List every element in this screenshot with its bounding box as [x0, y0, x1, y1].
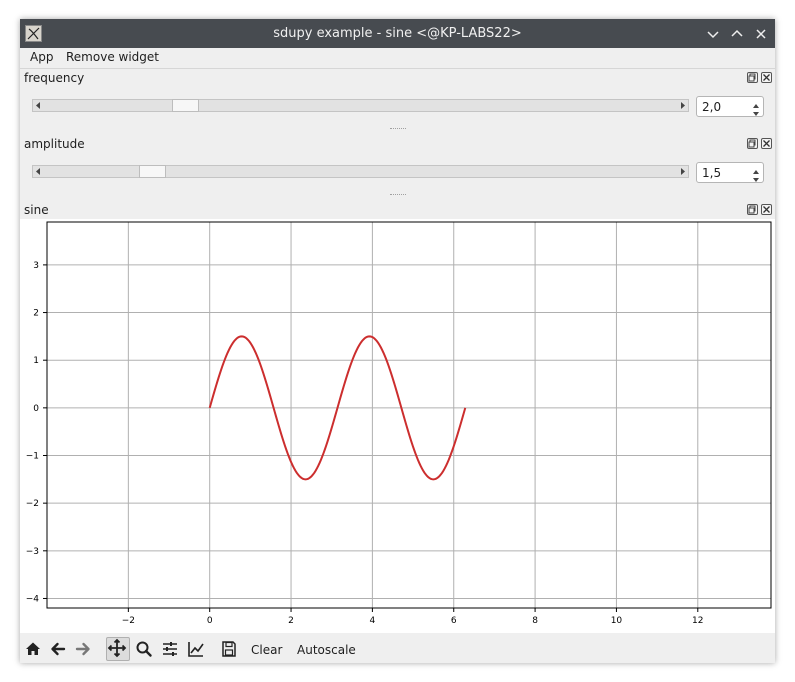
spin-down-icon[interactable]: [751, 173, 761, 182]
frequency-dock-buttons: [747, 72, 773, 83]
menu-remove-widget[interactable]: Remove widget: [66, 50, 159, 64]
axes-frame: [46, 221, 772, 609]
edit-axes-icon: [188, 642, 204, 657]
y-tick-label: −1: [26, 452, 39, 462]
x-tick-label: −2: [122, 616, 135, 626]
frequency-dock-title: frequency: [24, 71, 85, 85]
back-arrow-icon: [51, 642, 66, 656]
float-icon: [748, 205, 756, 214]
window-title: sdupy example - sine <@KP-LABS22>: [273, 26, 522, 41]
float-button[interactable]: [747, 204, 758, 215]
pan-button[interactable]: [106, 637, 130, 661]
forward-button[interactable]: [73, 639, 93, 659]
close-dock-button[interactable]: [761, 72, 772, 83]
spin-up-icon[interactable]: [751, 165, 761, 174]
menu-bar: App Remove widget: [20, 48, 775, 69]
y-tick-label: 0: [33, 404, 39, 414]
autoscale-button[interactable]: Autoscale: [297, 643, 356, 657]
amplitude-dock-buttons: [747, 138, 773, 149]
float-icon: [748, 73, 756, 82]
plot-canvas[interactable]: −2 0 2 4 6 8 10 12 −4 −3 −2 −1 0 1 2 3: [20, 219, 775, 633]
minimize-button[interactable]: [704, 25, 722, 43]
x-tick-label: 6: [451, 616, 457, 626]
float-button[interactable]: [747, 138, 758, 149]
menu-app[interactable]: App: [30, 50, 53, 64]
clear-button[interactable]: Clear: [251, 643, 282, 657]
amplitude-dock-title: amplitude: [24, 137, 85, 151]
float-button[interactable]: [747, 72, 758, 83]
frequency-slider[interactable]: [32, 99, 689, 112]
subplots-button[interactable]: [160, 639, 180, 659]
y-tick-label: 3: [33, 261, 39, 271]
plot-toolbar: Clear Autoscale: [20, 633, 775, 663]
y-tick-label: −4: [26, 594, 40, 604]
close-icon: [763, 74, 770, 81]
y-tick-label: −3: [26, 547, 39, 557]
save-icon: [222, 641, 236, 657]
amplitude-spinbox[interactable]: 1,5: [696, 162, 764, 183]
x-tick-label: 2: [288, 616, 294, 626]
slider-handle[interactable]: [138, 165, 166, 178]
sine-dock-buttons: [747, 204, 773, 215]
edit-axes-button[interactable]: [186, 639, 206, 659]
dock-splitter[interactable]: [390, 128, 406, 131]
back-button[interactable]: [48, 639, 68, 659]
app-window: sdupy example - sine <@KP-LABS22> App Re…: [20, 19, 775, 663]
zoom-button[interactable]: [134, 639, 154, 659]
x-tick-label: 12: [692, 616, 703, 626]
maximize-button[interactable]: [728, 25, 746, 43]
slider-handle[interactable]: [172, 99, 200, 112]
zoom-icon: [136, 641, 152, 657]
spin-down-icon[interactable]: [751, 107, 761, 116]
amplitude-slider[interactable]: [32, 165, 689, 178]
close-icon: [756, 29, 766, 39]
sine-dock-title: sine: [24, 203, 49, 217]
home-icon: [26, 642, 40, 655]
save-button[interactable]: [219, 639, 239, 659]
slider-right-arrow-icon[interactable]: [676, 100, 688, 111]
close-button[interactable]: [752, 25, 770, 43]
dock-splitter[interactable]: [390, 194, 406, 197]
y-tick-label: −2: [26, 499, 39, 509]
float-icon: [748, 139, 756, 148]
home-button[interactable]: [23, 639, 43, 659]
x-tick-label: 0: [207, 616, 213, 626]
x-tick-label: 8: [532, 616, 538, 626]
x-tick-label: 10: [611, 616, 623, 626]
frequency-spinbox[interactable]: 2,0: [696, 96, 764, 117]
title-bar: sdupy example - sine <@KP-LABS22>: [20, 19, 775, 48]
close-icon: [763, 140, 770, 147]
y-tick-label: 1: [33, 356, 39, 366]
pan-icon: [107, 638, 127, 658]
slider-left-arrow-icon[interactable]: [33, 166, 45, 177]
y-tick-label: 2: [33, 309, 39, 319]
sine-chart[interactable]: −2 0 2 4 6 8 10 12−4−3−2−10123: [20, 219, 775, 633]
amplitude-value[interactable]: 1,5: [702, 166, 721, 180]
close-icon: [763, 206, 770, 213]
spin-up-icon[interactable]: [751, 99, 761, 108]
close-dock-button[interactable]: [761, 138, 772, 149]
frequency-value[interactable]: 2,0: [702, 100, 721, 114]
slider-left-arrow-icon[interactable]: [33, 100, 45, 111]
chevron-up-icon: [731, 29, 743, 37]
close-dock-button[interactable]: [761, 204, 772, 215]
forward-arrow-icon: [75, 642, 90, 656]
subplots-icon: [163, 642, 177, 656]
slider-right-arrow-icon[interactable]: [676, 166, 688, 177]
x-tick-label: 4: [370, 616, 376, 626]
chevron-down-icon: [707, 31, 719, 39]
